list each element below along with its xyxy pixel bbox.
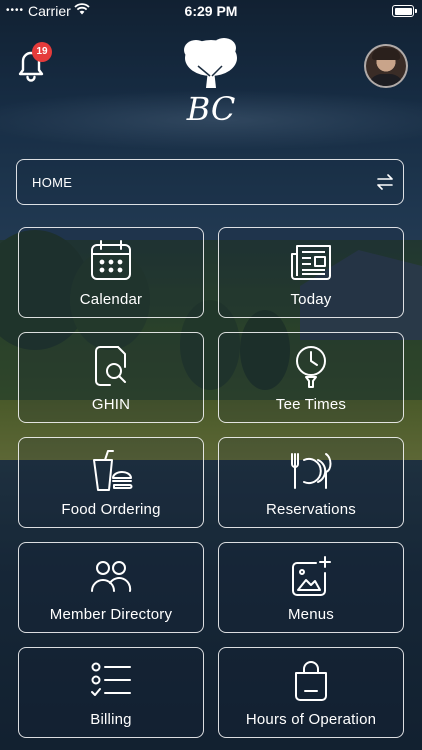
tile-label: Food Ordering [61, 501, 161, 518]
tile-label: Reservations [266, 501, 356, 518]
calendar-icon [88, 238, 134, 284]
swap-arrows-icon[interactable] [375, 172, 395, 192]
tile-label: Hours of Operation [245, 711, 377, 728]
tile-hours-of-operation[interactable]: Hours of Operation [218, 647, 404, 738]
tile-label: Today [290, 291, 332, 308]
tile-tee-times[interactable]: Tee Times [218, 332, 404, 423]
tile-label: Menus [287, 606, 335, 623]
dining-plate-icon [288, 448, 334, 494]
tile-billing[interactable]: Billing [18, 647, 204, 738]
clock-time: 6:29 PM [184, 3, 238, 19]
tile-food-ordering[interactable]: Food Ordering [18, 437, 204, 528]
tile-calendar[interactable]: Calendar [18, 227, 204, 318]
shopping-bag-icon [288, 658, 334, 704]
tile-menus[interactable]: Menus [218, 542, 404, 633]
golf-tee-icon [288, 343, 334, 389]
tile-label: Billing [90, 711, 132, 728]
tile-reservations[interactable]: Reservations [218, 437, 404, 528]
tile-label: Member Directory [49, 606, 173, 623]
tile-ghin[interactable]: GHIN [18, 332, 204, 423]
notification-count-badge: 19 [32, 42, 52, 62]
battery-icon [392, 5, 417, 17]
svg-text:BC: BC [186, 90, 236, 128]
tile-label: GHIN [91, 396, 131, 413]
search-document-icon [88, 343, 134, 389]
tile-label: Calendar [79, 291, 143, 308]
tile-today[interactable]: Today [218, 227, 404, 318]
food-drink-icon [88, 448, 134, 494]
tile-label: Tee Times [275, 396, 347, 413]
location-selector[interactable]: HOME [16, 159, 404, 205]
club-logo: BC [176, 36, 246, 132]
people-icon [88, 553, 134, 599]
image-add-icon [288, 553, 334, 599]
user-avatar[interactable] [364, 44, 408, 88]
status-bar: •••• Carrier 6:29 PM [0, 0, 422, 22]
newspaper-icon [288, 238, 334, 284]
location-label: HOME [32, 175, 73, 190]
tile-member-directory[interactable]: Member Directory [18, 542, 204, 633]
checklist-icon [88, 658, 134, 704]
